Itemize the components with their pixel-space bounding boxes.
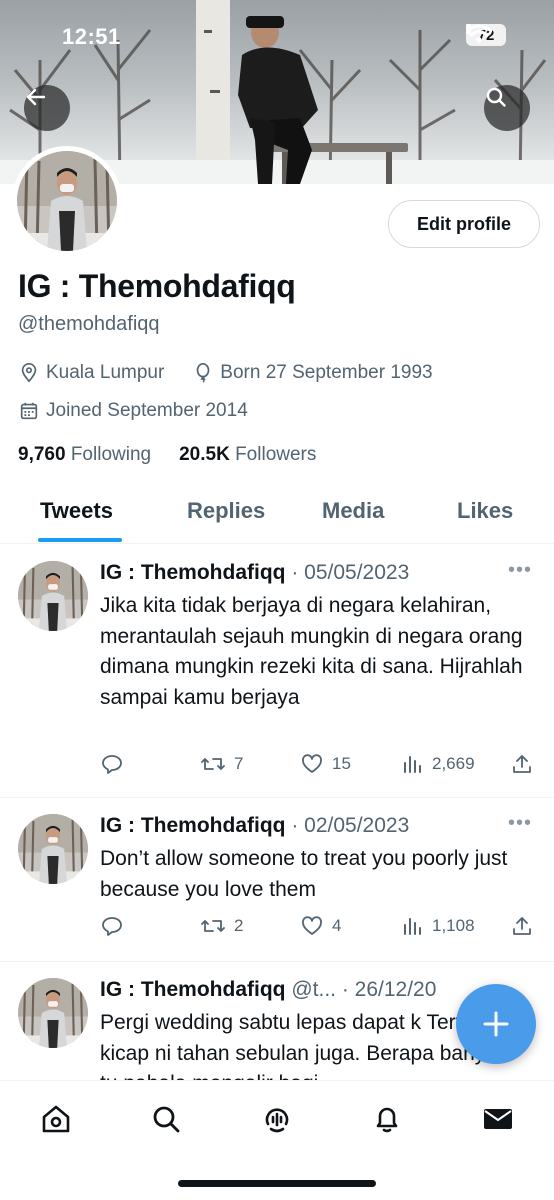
profile-location: Kuala Lumpur [46, 362, 165, 383]
arrow-left-icon [26, 88, 46, 106]
tweet-date: · 02/05/2023 [291, 814, 410, 837]
retweet-count: 7 [234, 754, 244, 773]
nav-home[interactable] [36, 1099, 76, 1139]
reply-icon [102, 755, 122, 774]
followers-link[interactable]: 20.5K Followers [179, 444, 316, 466]
following-count: 9,760 [18, 444, 66, 465]
profile-avatar[interactable] [12, 146, 122, 256]
heart-icon [302, 916, 322, 935]
location-pin-icon [21, 363, 37, 383]
tweet-item[interactable]: IG : Themohdafiqq · 05/05/2023 ••• Jika … [0, 545, 554, 798]
tweet-header: IG : Themohdafiqq @t... · 26/12/20 [100, 978, 436, 1002]
bell-icon [376, 1107, 398, 1133]
profile-joined: Joined September 2014 [46, 400, 248, 421]
home-indicator [178, 1180, 376, 1187]
followers-count: 20.5K [179, 444, 230, 465]
search-icon [153, 1106, 180, 1133]
profile-name: IG : Themohdafiqq [18, 268, 296, 304]
nav-search[interactable] [146, 1099, 186, 1139]
avatar-photo [18, 561, 88, 631]
status-time: 12:51 [62, 24, 121, 49]
tweet-handle: @t... [291, 978, 336, 1001]
like-count: 4 [332, 916, 342, 935]
search-icon [486, 87, 506, 107]
followers-label: Followers [235, 444, 317, 465]
views-button[interactable]: 2,669 [400, 752, 475, 776]
views-icon [404, 756, 421, 773]
tab-replies[interactable]: Replies [187, 498, 265, 524]
share-button[interactable] [510, 914, 534, 938]
like-button[interactable]: 15 [300, 752, 351, 776]
views-icon [404, 918, 421, 935]
tweet-author-name[interactable]: IG : Themohdafiqq [100, 561, 285, 584]
views-count: 2,669 [432, 754, 475, 773]
tweet-date: · 26/12/20 [341, 978, 437, 1001]
plus-icon [483, 1011, 509, 1037]
envelope-icon [484, 1109, 512, 1129]
home-icon [42, 1105, 70, 1133]
nav-spaces[interactable] [257, 1099, 297, 1139]
tweet-header: IG : Themohdafiqq · 02/05/2023 [100, 814, 409, 838]
status-indicators: 72 [466, 24, 506, 46]
tweet-actions: 7 15 2,669 [100, 752, 540, 782]
retweet-icon [201, 758, 225, 770]
heart-icon [302, 754, 322, 773]
avatar-photo [17, 151, 117, 251]
avatar-photo [18, 978, 88, 1048]
retweet-button[interactable]: 7 [200, 752, 243, 776]
avatar-photo [18, 814, 88, 884]
tweet-avatar[interactable] [18, 814, 88, 884]
calendar-icon [20, 402, 38, 420]
profile-handle: @themohdafiqq [18, 313, 160, 335]
wifi-icon [466, 24, 492, 43]
active-tab-indicator [38, 538, 122, 542]
reply-icon [102, 917, 122, 936]
reply-button[interactable] [100, 914, 124, 938]
views-button[interactable]: 1,108 [400, 914, 475, 938]
search-button[interactable] [484, 85, 530, 131]
tweet-author-name[interactable]: IG : Themohdafiqq [100, 814, 285, 837]
retweet-button[interactable]: 2 [200, 914, 243, 938]
tweet-date: · 05/05/2023 [291, 561, 410, 584]
nav-messages[interactable] [478, 1099, 518, 1139]
compose-tweet-button[interactable] [456, 984, 536, 1064]
tweet-avatar[interactable] [18, 978, 88, 1048]
profile-joined-row: Joined September 2014 [18, 400, 248, 422]
reply-button[interactable] [100, 752, 124, 776]
tab-media[interactable]: Media [322, 498, 384, 524]
retweet-icon [201, 920, 225, 932]
more-icon[interactable]: ••• [508, 559, 532, 582]
profile-birthday: Born 27 September 1993 [220, 362, 433, 383]
spaces-icon [265, 1108, 289, 1133]
tweet-item[interactable]: IG : Themohdafiqq · 02/05/2023 ••• Don’t… [0, 798, 554, 962]
like-count: 15 [332, 754, 351, 773]
following-link[interactable]: 9,760 Following [18, 444, 151, 466]
tweet-header: IG : Themohdafiqq · 05/05/2023 [100, 561, 409, 585]
balloon-icon [196, 363, 210, 383]
share-icon [513, 917, 531, 935]
tweet-author-name[interactable]: IG : Themohdafiqq [100, 978, 285, 1001]
follow-stats: 9,760 Following 20.5K Followers [18, 444, 316, 466]
more-icon[interactable]: ••• [508, 812, 532, 835]
share-button[interactable] [510, 752, 534, 776]
nav-notifications[interactable] [367, 1099, 407, 1139]
edit-profile-button[interactable]: Edit profile [388, 200, 540, 248]
tweet-text: Jika kita tidak berjaya di negara kelahi… [100, 594, 523, 709]
profile-meta-row: Kuala Lumpur Born 27 September 1993 [18, 362, 433, 384]
share-icon [513, 755, 531, 773]
profile-tabs: Tweets Replies Media Likes [0, 488, 554, 544]
tweet-actions: 2 4 1,108 [100, 914, 540, 944]
tweet-text: Don’t allow someone to treat you poorly … [100, 847, 508, 901]
tab-likes[interactable]: Likes [457, 498, 513, 524]
tab-tweets[interactable]: Tweets [40, 498, 113, 524]
views-count: 1,108 [432, 916, 475, 935]
tweet-avatar[interactable] [18, 561, 88, 631]
back-button[interactable] [24, 85, 70, 131]
following-label: Following [70, 444, 152, 465]
like-button[interactable]: 4 [300, 914, 341, 938]
retweet-count: 2 [234, 916, 244, 935]
